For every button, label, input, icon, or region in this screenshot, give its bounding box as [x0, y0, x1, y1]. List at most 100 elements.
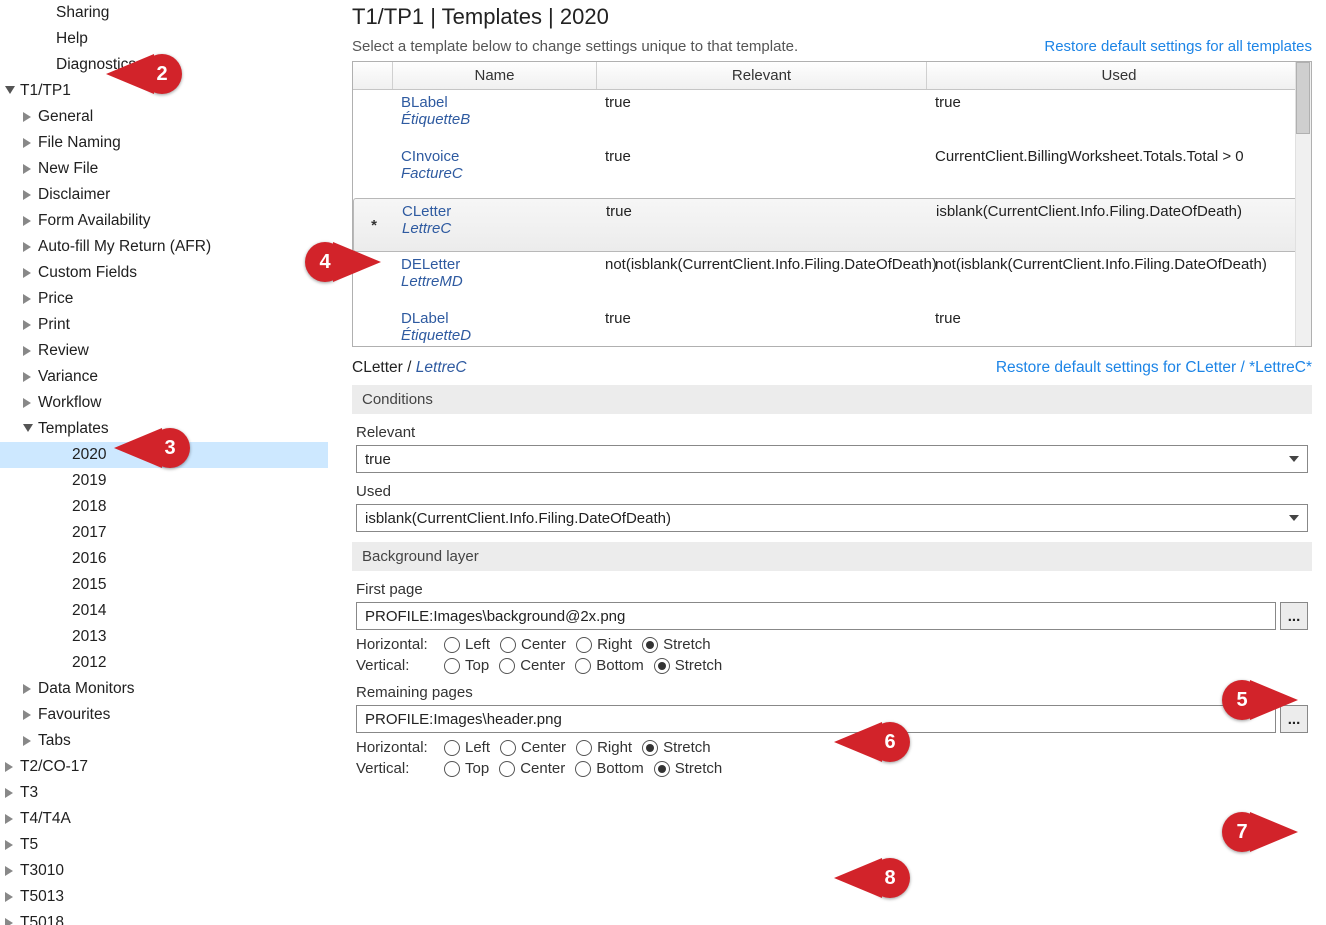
chevron-down-icon: [1289, 515, 1299, 521]
tree-item[interactable]: Form Availability: [0, 208, 328, 234]
scroll-thumb[interactable]: [1296, 62, 1310, 134]
template-grid[interactable]: Name Relevant Used BLabelÉtiquetteBtruet…: [352, 61, 1312, 347]
cell-used: CurrentClient.BillingWorksheet.Totals.To…: [927, 148, 1311, 194]
grid-col-used[interactable]: Used: [927, 62, 1311, 89]
tree-expand-icon[interactable]: [22, 293, 34, 305]
tree-item[interactable]: File Naming: [0, 130, 328, 156]
tree-item[interactable]: T3010: [0, 858, 328, 884]
tree-expand-icon[interactable]: [22, 709, 34, 721]
tree-expand-icon[interactable]: [22, 137, 34, 149]
radio-option[interactable]: Center: [499, 657, 565, 674]
radio-option[interactable]: Stretch: [642, 739, 711, 756]
tree-item[interactable]: 2014: [0, 598, 328, 624]
tree-collapse-icon[interactable]: [4, 85, 16, 97]
tree-expand-icon[interactable]: [22, 241, 34, 253]
relevant-dropdown[interactable]: true: [356, 445, 1308, 473]
grid-col-name[interactable]: Name: [393, 62, 597, 89]
table-row[interactable]: DLabelÉtiquetteDtruetrue: [353, 306, 1311, 346]
radio-option[interactable]: Right: [576, 636, 632, 653]
tree-item[interactable]: 2018: [0, 494, 328, 520]
radio-option[interactable]: Stretch: [642, 636, 711, 653]
tree-item[interactable]: T4/T4A: [0, 806, 328, 832]
radio-option[interactable]: Stretch: [654, 760, 723, 777]
tree-item[interactable]: Workflow: [0, 390, 328, 416]
tree-expand-icon[interactable]: [22, 683, 34, 695]
restore-all-link[interactable]: Restore default settings for all templat…: [1044, 38, 1312, 55]
radio-option[interactable]: Left: [444, 636, 490, 653]
tree-expand-icon[interactable]: [22, 735, 34, 747]
tree-expand-icon[interactable]: [22, 397, 34, 409]
tree-item[interactable]: Auto-fill My Return (AFR): [0, 234, 328, 260]
remaining-path-input[interactable]: PROFILE:Images\header.png: [356, 705, 1276, 733]
tree-item[interactable]: Data Monitors: [0, 676, 328, 702]
table-row[interactable]: CInvoiceFactureCtrueCurrentClient.Billin…: [353, 144, 1311, 198]
grid-scrollbar[interactable]: [1295, 62, 1311, 346]
tree-item[interactable]: Help: [0, 26, 328, 52]
tree-expand-icon[interactable]: [4, 917, 16, 925]
tree-item[interactable]: 2017: [0, 520, 328, 546]
radio-option[interactable]: Center: [499, 760, 565, 777]
radio-option[interactable]: Bottom: [575, 760, 644, 777]
radio-option[interactable]: Top: [444, 760, 489, 777]
used-dropdown[interactable]: isblank(CurrentClient.Info.Filing.DateOf…: [356, 504, 1308, 532]
tree-item[interactable]: General: [0, 104, 328, 130]
tree-item[interactable]: T5018: [0, 910, 328, 925]
tree-item[interactable]: T3: [0, 780, 328, 806]
tree-item[interactable]: Custom Fields: [0, 260, 328, 286]
radio-option[interactable]: Center: [500, 636, 566, 653]
tree-item[interactable]: Sharing: [0, 0, 328, 26]
restore-template-link[interactable]: Restore default settings for CLetter / *…: [996, 359, 1312, 377]
tree-item[interactable]: Variance: [0, 364, 328, 390]
tree-item-label: File Naming: [38, 134, 121, 152]
grid-header: Name Relevant Used: [353, 62, 1311, 90]
tree-expand-icon[interactable]: [4, 839, 16, 851]
tree-item[interactable]: 2019: [0, 468, 328, 494]
tree-expand-icon[interactable]: [4, 813, 16, 825]
tree-item[interactable]: New File: [0, 156, 328, 182]
tree-collapse-icon[interactable]: [22, 423, 34, 435]
tree-item[interactable]: 2012: [0, 650, 328, 676]
grid-body[interactable]: BLabelÉtiquetteBtruetrueCInvoiceFactureC…: [353, 90, 1311, 346]
tree-expand-icon[interactable]: [22, 319, 34, 331]
tree-item[interactable]: Review: [0, 338, 328, 364]
tree-expand-icon[interactable]: [22, 189, 34, 201]
table-row[interactable]: DELetterLettreMDnot(isblank(CurrentClien…: [353, 252, 1311, 306]
tree-item[interactable]: Favourites: [0, 702, 328, 728]
radio-option[interactable]: Bottom: [575, 657, 644, 674]
tree-item[interactable]: 2016: [0, 546, 328, 572]
tree-expand-icon[interactable]: [22, 163, 34, 175]
tree-expand-icon[interactable]: [4, 787, 16, 799]
tree-expand-icon[interactable]: [4, 761, 16, 773]
grid-col-mark[interactable]: [353, 62, 393, 89]
tree-item[interactable]: 2013: [0, 624, 328, 650]
cell-used: true: [927, 94, 1311, 140]
radio-option[interactable]: Right: [576, 739, 632, 756]
radio-option[interactable]: Center: [500, 739, 566, 756]
tree-expand-icon[interactable]: [22, 267, 34, 279]
row-modified-mark: [353, 94, 393, 140]
tree-expand-icon[interactable]: [4, 865, 16, 877]
tree-item[interactable]: Price: [0, 286, 328, 312]
grid-col-relevant[interactable]: Relevant: [597, 62, 927, 89]
tree-expand-icon[interactable]: [22, 111, 34, 123]
tree-expand-icon[interactable]: [22, 371, 34, 383]
firstpage-path-input[interactable]: PROFILE:Images\background@2x.png: [356, 602, 1276, 630]
tree-item[interactable]: T5013: [0, 884, 328, 910]
tree-item[interactable]: Tabs: [0, 728, 328, 754]
table-row[interactable]: *CLetterLettreCtrueisblank(CurrentClient…: [353, 198, 1311, 252]
tree-item[interactable]: T2/CO-17: [0, 754, 328, 780]
tree-expand-icon[interactable]: [4, 891, 16, 903]
radio-option[interactable]: Stretch: [654, 657, 723, 674]
tree-item[interactable]: Print: [0, 312, 328, 338]
tree-item[interactable]: 2015: [0, 572, 328, 598]
tree-item-label: Help: [56, 30, 88, 48]
radio-option[interactable]: Top: [444, 657, 489, 674]
radio-option[interactable]: Left: [444, 739, 490, 756]
table-row[interactable]: BLabelÉtiquetteBtruetrue: [353, 90, 1311, 144]
tree-expand-icon[interactable]: [22, 345, 34, 357]
template-name: DLabel: [401, 310, 589, 327]
firstpage-browse-button[interactable]: ...: [1280, 602, 1308, 630]
tree-expand-icon[interactable]: [22, 215, 34, 227]
tree-item[interactable]: Disclaimer: [0, 182, 328, 208]
tree-item[interactable]: T5: [0, 832, 328, 858]
